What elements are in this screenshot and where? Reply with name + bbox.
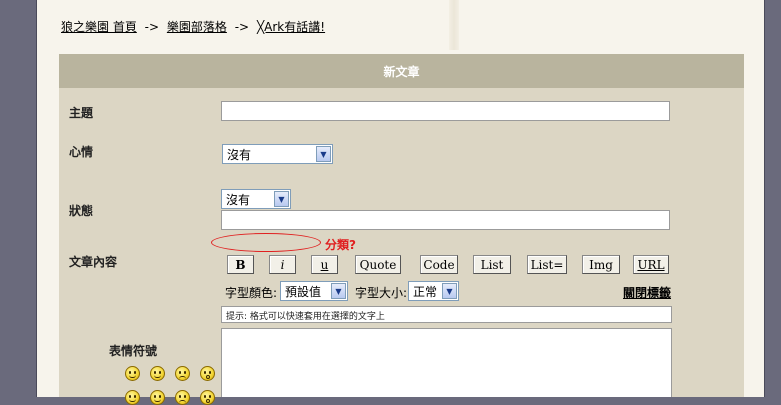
smile-emoticon-icon[interactable]	[125, 366, 140, 381]
quote-button[interactable]: Quote	[355, 255, 401, 274]
close-tags-link[interactable]: 關閉標籤	[623, 284, 671, 301]
grin-emoticon-icon[interactable]	[150, 366, 165, 381]
breadcrumb-current-link[interactable]: ╳Ark有話講!	[257, 20, 325, 34]
grin-emoticon-icon[interactable]	[150, 390, 165, 405]
italic-button[interactable]: i	[269, 255, 296, 274]
bold-button[interactable]: B	[227, 255, 254, 274]
chevron-down-icon[interactable]: ▼	[331, 283, 346, 299]
list-equals-button[interactable]: List=	[527, 255, 567, 274]
breadcrumb: 狼之樂園 首頁 -> 樂園部落格 -> ╳Ark有話講!	[61, 18, 325, 35]
page-sheet: 狼之樂園 首頁 -> 樂園部落格 -> ╳Ark有話講! 新文章 主題 心情 沒…	[36, 0, 765, 405]
form-header: 新文章	[59, 54, 744, 88]
surprise-emoticon-icon[interactable]	[200, 390, 215, 405]
surprise-emoticon-icon[interactable]	[200, 366, 215, 381]
content-label: 文章內容	[69, 255, 118, 269]
subject-label: 主題	[69, 106, 94, 120]
mood-select[interactable]: 沒有 ▼	[222, 144, 333, 164]
breadcrumb-home-link[interactable]: 狼之樂園 首頁	[61, 20, 137, 34]
url-button[interactable]: URL	[633, 255, 669, 274]
chevron-down-icon[interactable]: ▼	[316, 146, 331, 162]
list-button[interactable]: List	[473, 255, 511, 274]
mood-select-value: 沒有	[227, 147, 252, 162]
image-button[interactable]: Img	[582, 255, 620, 274]
chevron-down-icon[interactable]: ▼	[274, 191, 289, 207]
subject-input[interactable]	[221, 101, 670, 121]
breadcrumb-separator: ->	[234, 20, 250, 34]
breadcrumb-blog-link[interactable]: 樂園部落格	[167, 20, 227, 34]
sad-emoticon-icon[interactable]	[175, 390, 190, 405]
font-color-select[interactable]: 預設值 ▼	[280, 281, 348, 301]
red-ellipse-annotation	[211, 233, 321, 252]
emoticon-title: 表情符號	[109, 344, 158, 358]
font-size-label: 字型大小:	[355, 286, 408, 300]
font-size-select[interactable]: 正常 ▼	[408, 281, 459, 301]
code-button[interactable]: Code	[420, 255, 458, 274]
post-content-textarea[interactable]	[221, 328, 672, 397]
decorative-strip	[449, 0, 459, 50]
font-color-value: 預設值	[285, 284, 322, 299]
font-size-value: 正常	[413, 284, 438, 299]
smile-emoticon-icon[interactable]	[125, 390, 140, 405]
underline-button[interactable]: u	[311, 255, 338, 274]
status-label: 狀態	[69, 204, 94, 218]
font-color-label: 字型顏色:	[225, 286, 278, 300]
status-select-value: 沒有	[226, 192, 251, 207]
breadcrumb-separator: ->	[144, 20, 160, 34]
status-select[interactable]: 沒有 ▼	[221, 189, 291, 209]
hint-field: 提示: 格式可以快速套用在選擇的文字上	[221, 306, 672, 323]
annotation-text: 分類?	[325, 238, 356, 252]
sad-emoticon-icon[interactable]	[175, 366, 190, 381]
status-text-input[interactable]	[221, 210, 670, 230]
new-post-form: 新文章 主題 心情 沒有 ▼ 狀態 沒有 ▼ 分類? 文章內容 B i u Qu…	[59, 54, 744, 405]
chevron-down-icon[interactable]: ▼	[442, 283, 457, 299]
mood-label: 心情	[69, 145, 94, 159]
